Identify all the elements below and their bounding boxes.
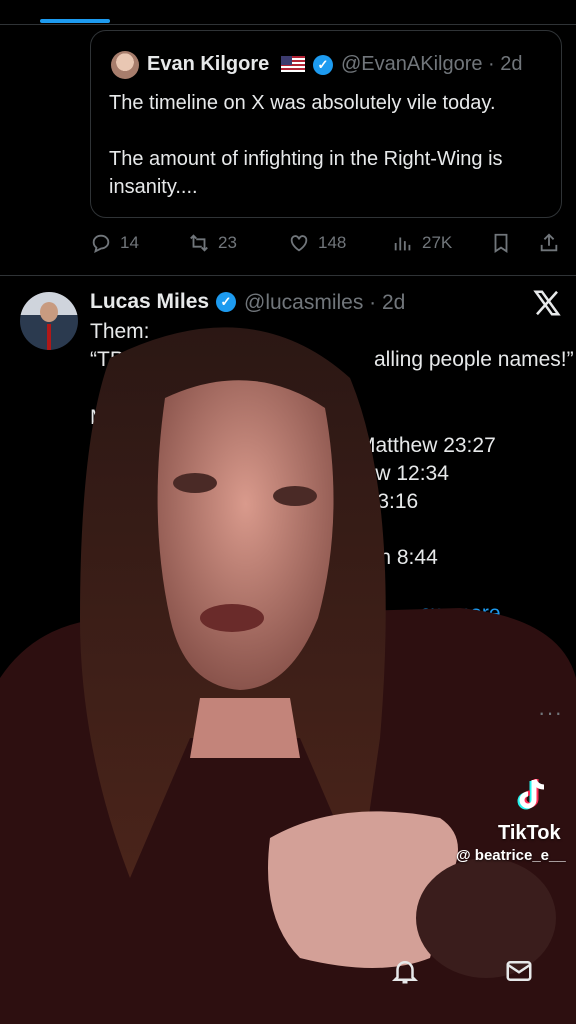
repost-icon — [190, 234, 208, 252]
avatar[interactable] — [111, 51, 139, 79]
tweet-text: The timeline on X was absolutely vile to… — [109, 92, 503, 198]
tiktok-logo-icon — [517, 778, 545, 810]
repost-count: 23 — [218, 233, 237, 252]
quoted-tweet-card[interactable]: Evan Kilgore ✓ @EvanAKilgore · 2d The ti… — [90, 30, 562, 218]
views-icon — [394, 237, 411, 251]
bookmark-icon — [494, 233, 508, 253]
views-button[interactable]: 27K — [392, 228, 452, 258]
tiktok-brand: TikTok — [498, 822, 561, 844]
bookmark-button[interactable] — [490, 228, 512, 258]
divider — [0, 275, 576, 276]
video-overlay-person — [0, 327, 576, 1024]
like-icon — [290, 235, 308, 252]
x-logo-icon — [533, 290, 561, 316]
reply-icon — [92, 234, 110, 253]
reply-button[interactable]: 14 — [90, 228, 139, 258]
tweet-actions: 14 23 148 27K — [90, 228, 566, 258]
like-button[interactable]: 148 — [288, 228, 346, 258]
verified-badge-icon: ✓ — [216, 292, 236, 312]
author-name[interactable]: Evan Kilgore — [147, 53, 269, 76]
active-tab-indicator[interactable] — [40, 19, 110, 23]
bell-icon[interactable] — [390, 956, 420, 986]
views-count: 27K — [422, 233, 453, 252]
more-options-icon[interactable]: ··· — [538, 700, 563, 726]
share-button[interactable] — [538, 228, 560, 258]
us-flag-icon — [281, 56, 305, 72]
like-count: 148 — [318, 233, 347, 252]
reply-count: 14 — [120, 233, 139, 252]
share-icon — [540, 233, 558, 252]
author-handle-time: @lucasmiles · 2d — [244, 291, 406, 314]
repost-button[interactable]: 23 — [188, 228, 237, 258]
author-handle-time: @EvanAKilgore · 2d — [341, 53, 523, 75]
verified-badge-icon: ✓ — [313, 55, 333, 75]
tiktok-username: @ beatrice_e__ — [456, 847, 566, 864]
mail-icon[interactable] — [504, 956, 534, 986]
author-name[interactable]: Lucas Miles — [90, 290, 209, 314]
